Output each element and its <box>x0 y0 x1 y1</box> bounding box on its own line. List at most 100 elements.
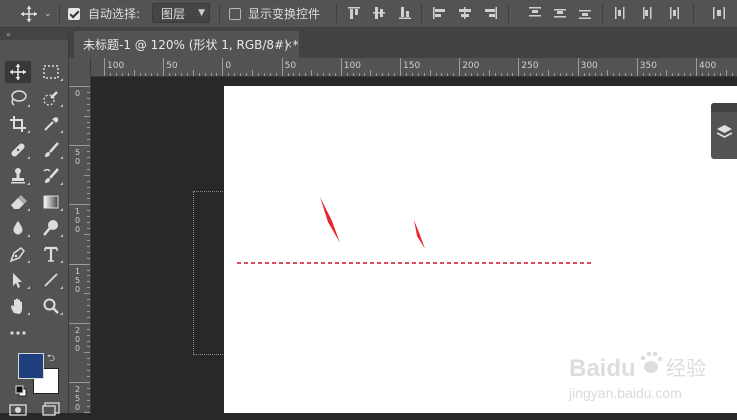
dodge-tool-icon[interactable] <box>38 217 64 239</box>
blur-tool-icon[interactable] <box>5 217 31 239</box>
separator <box>693 4 694 23</box>
ruler-minor-tick <box>234 73 236 76</box>
healing-brush-tool-icon[interactable] <box>5 139 31 161</box>
ruler-minor-tick <box>186 73 188 76</box>
ruler-minor-tick <box>595 73 597 76</box>
horizontal-ruler[interactable]: 100 50 0 50 100 150 200 250 300 350 400 <box>91 58 737 77</box>
path-select-tool-icon[interactable] <box>5 269 31 291</box>
marquee-tool-icon[interactable] <box>38 61 64 83</box>
red-arrow-annotation <box>414 220 425 249</box>
swap-colors-icon[interactable]: ⮌ <box>47 351 55 368</box>
ruler-minor-tick <box>121 73 123 76</box>
baidu-watermark: Baidu 经验 jingyan.baidu.com <box>567 350 737 410</box>
layer-select-value: 图层 <box>161 6 186 21</box>
tool-preset-chevron-icon[interactable]: ⌄ <box>44 0 52 27</box>
eyedropper-tool-icon[interactable] <box>38 113 64 135</box>
ruler-minor-tick <box>382 73 384 76</box>
distribute-right-icon[interactable] <box>666 6 680 20</box>
move-tool-icon[interactable] <box>5 61 31 83</box>
ruler-label-char: 0 <box>75 343 81 353</box>
ruler-label-char: 0 <box>75 284 81 294</box>
ruler-minor-tick <box>672 73 674 76</box>
tools-panel-collapse-icon[interactable]: « <box>0 28 68 40</box>
move-tool-preset-icon[interactable] <box>20 0 38 27</box>
ruler-minor-tick <box>447 73 449 76</box>
align-right-icon[interactable] <box>484 6 498 20</box>
close-tab-icon[interactable]: × <box>284 38 293 51</box>
distribute-vertical-center-icon[interactable] <box>553 6 567 20</box>
document-tab[interactable]: 未标题-1 @ 120% (形状 1, RGB/8#) * × <box>74 31 299 58</box>
panel-grip[interactable] <box>711 103 737 112</box>
align-vertical-center-icon[interactable] <box>372 6 386 20</box>
eraser-tool-icon[interactable] <box>5 191 31 213</box>
layers-panel-icon[interactable] <box>716 123 733 144</box>
ruler-minor-tick <box>565 73 567 76</box>
ruler-minor-tick <box>87 358 90 360</box>
options-bar: ⌄ 自动选择: 图层 ▼ 显示变换控件 <box>0 0 737 28</box>
ruler-minor-tick <box>87 109 90 111</box>
ruler-minor-tick <box>524 73 526 76</box>
clone-stamp-tool-icon[interactable] <box>5 165 31 187</box>
screen-mode-icon[interactable] <box>38 398 64 420</box>
ruler-label-char: 2 <box>75 325 81 335</box>
checkbox-checked-icon <box>68 7 80 20</box>
align-left-icon[interactable] <box>432 6 446 20</box>
ruler-minor-tick <box>87 97 90 99</box>
ruler-minor-tick <box>228 73 230 76</box>
ruler-minor-tick <box>87 299 90 301</box>
line-tool-icon[interactable] <box>38 269 64 291</box>
ruler-minor-tick <box>87 328 90 330</box>
align-top-icon[interactable] <box>347 6 361 20</box>
ruler-label: 0 <box>225 61 232 71</box>
ruler-minor-tick <box>660 73 662 76</box>
brush-tool-icon[interactable] <box>38 139 64 161</box>
distribute-top-icon[interactable] <box>528 6 542 20</box>
ruler-minor-tick <box>87 180 90 182</box>
ruler-minor-tick <box>666 70 668 76</box>
distribute-left-icon[interactable] <box>614 6 628 20</box>
ruler-minor-tick <box>328 73 330 76</box>
ruler-label: 150 <box>403 61 421 71</box>
type-tool-icon[interactable] <box>38 243 64 265</box>
distribute-horizontal-center-icon[interactable] <box>640 6 654 20</box>
lasso-tool-icon[interactable] <box>5 87 31 109</box>
ruler-minor-tick <box>109 73 111 76</box>
ruler-minor-tick <box>388 73 390 76</box>
ruler-minor-tick <box>87 139 90 141</box>
ruler-minor-tick <box>476 73 478 76</box>
ruler-label-char: 0 <box>75 216 81 226</box>
ruler-minor-tick <box>530 73 532 76</box>
separator <box>59 4 60 23</box>
layer-select-dropdown[interactable]: 图层 ▼ <box>152 3 210 23</box>
show-transform-label: 显示变换控件 <box>248 7 321 21</box>
ruler-label: 100 <box>343 61 361 71</box>
zoom-tool-icon[interactable] <box>38 295 64 317</box>
distribute-bottom-icon[interactable] <box>578 6 592 20</box>
pen-tool-icon[interactable] <box>5 243 31 265</box>
crop-tool-icon[interactable] <box>5 113 31 135</box>
ruler-minor-tick <box>87 275 90 277</box>
ruler-minor-tick <box>87 186 90 188</box>
ruler-minor-tick <box>127 73 129 76</box>
history-brush-tool-icon[interactable] <box>38 165 64 187</box>
show-transform-checkbox[interactable] <box>229 0 241 27</box>
ruler-minor-tick <box>87 387 90 389</box>
ruler-minor-tick <box>87 251 90 253</box>
align-horizontal-center-icon[interactable] <box>458 6 472 20</box>
more-tools-icon[interactable] <box>5 321 31 343</box>
align-bottom-icon[interactable] <box>398 6 412 20</box>
gradient-tool-icon[interactable] <box>38 191 64 213</box>
hand-tool-icon[interactable] <box>5 295 31 317</box>
distribute-horizontal-spacing-icon[interactable] <box>712 6 726 20</box>
ruler-minor-tick <box>583 73 585 76</box>
ruler-major-tick <box>69 382 90 383</box>
ruler-minor-tick <box>175 73 177 76</box>
auto-select-checkbox[interactable] <box>68 0 80 27</box>
vertical-ruler[interactable]: 050100150200250 <box>69 58 91 413</box>
edit-in-quick-mask-icon[interactable] <box>5 398 31 420</box>
foreground-color-swatch[interactable] <box>18 353 44 379</box>
ruler-minor-tick <box>87 269 90 271</box>
separator <box>219 4 220 23</box>
ruler-minor-tick <box>246 73 248 76</box>
quick-select-tool-icon[interactable] <box>38 87 64 109</box>
